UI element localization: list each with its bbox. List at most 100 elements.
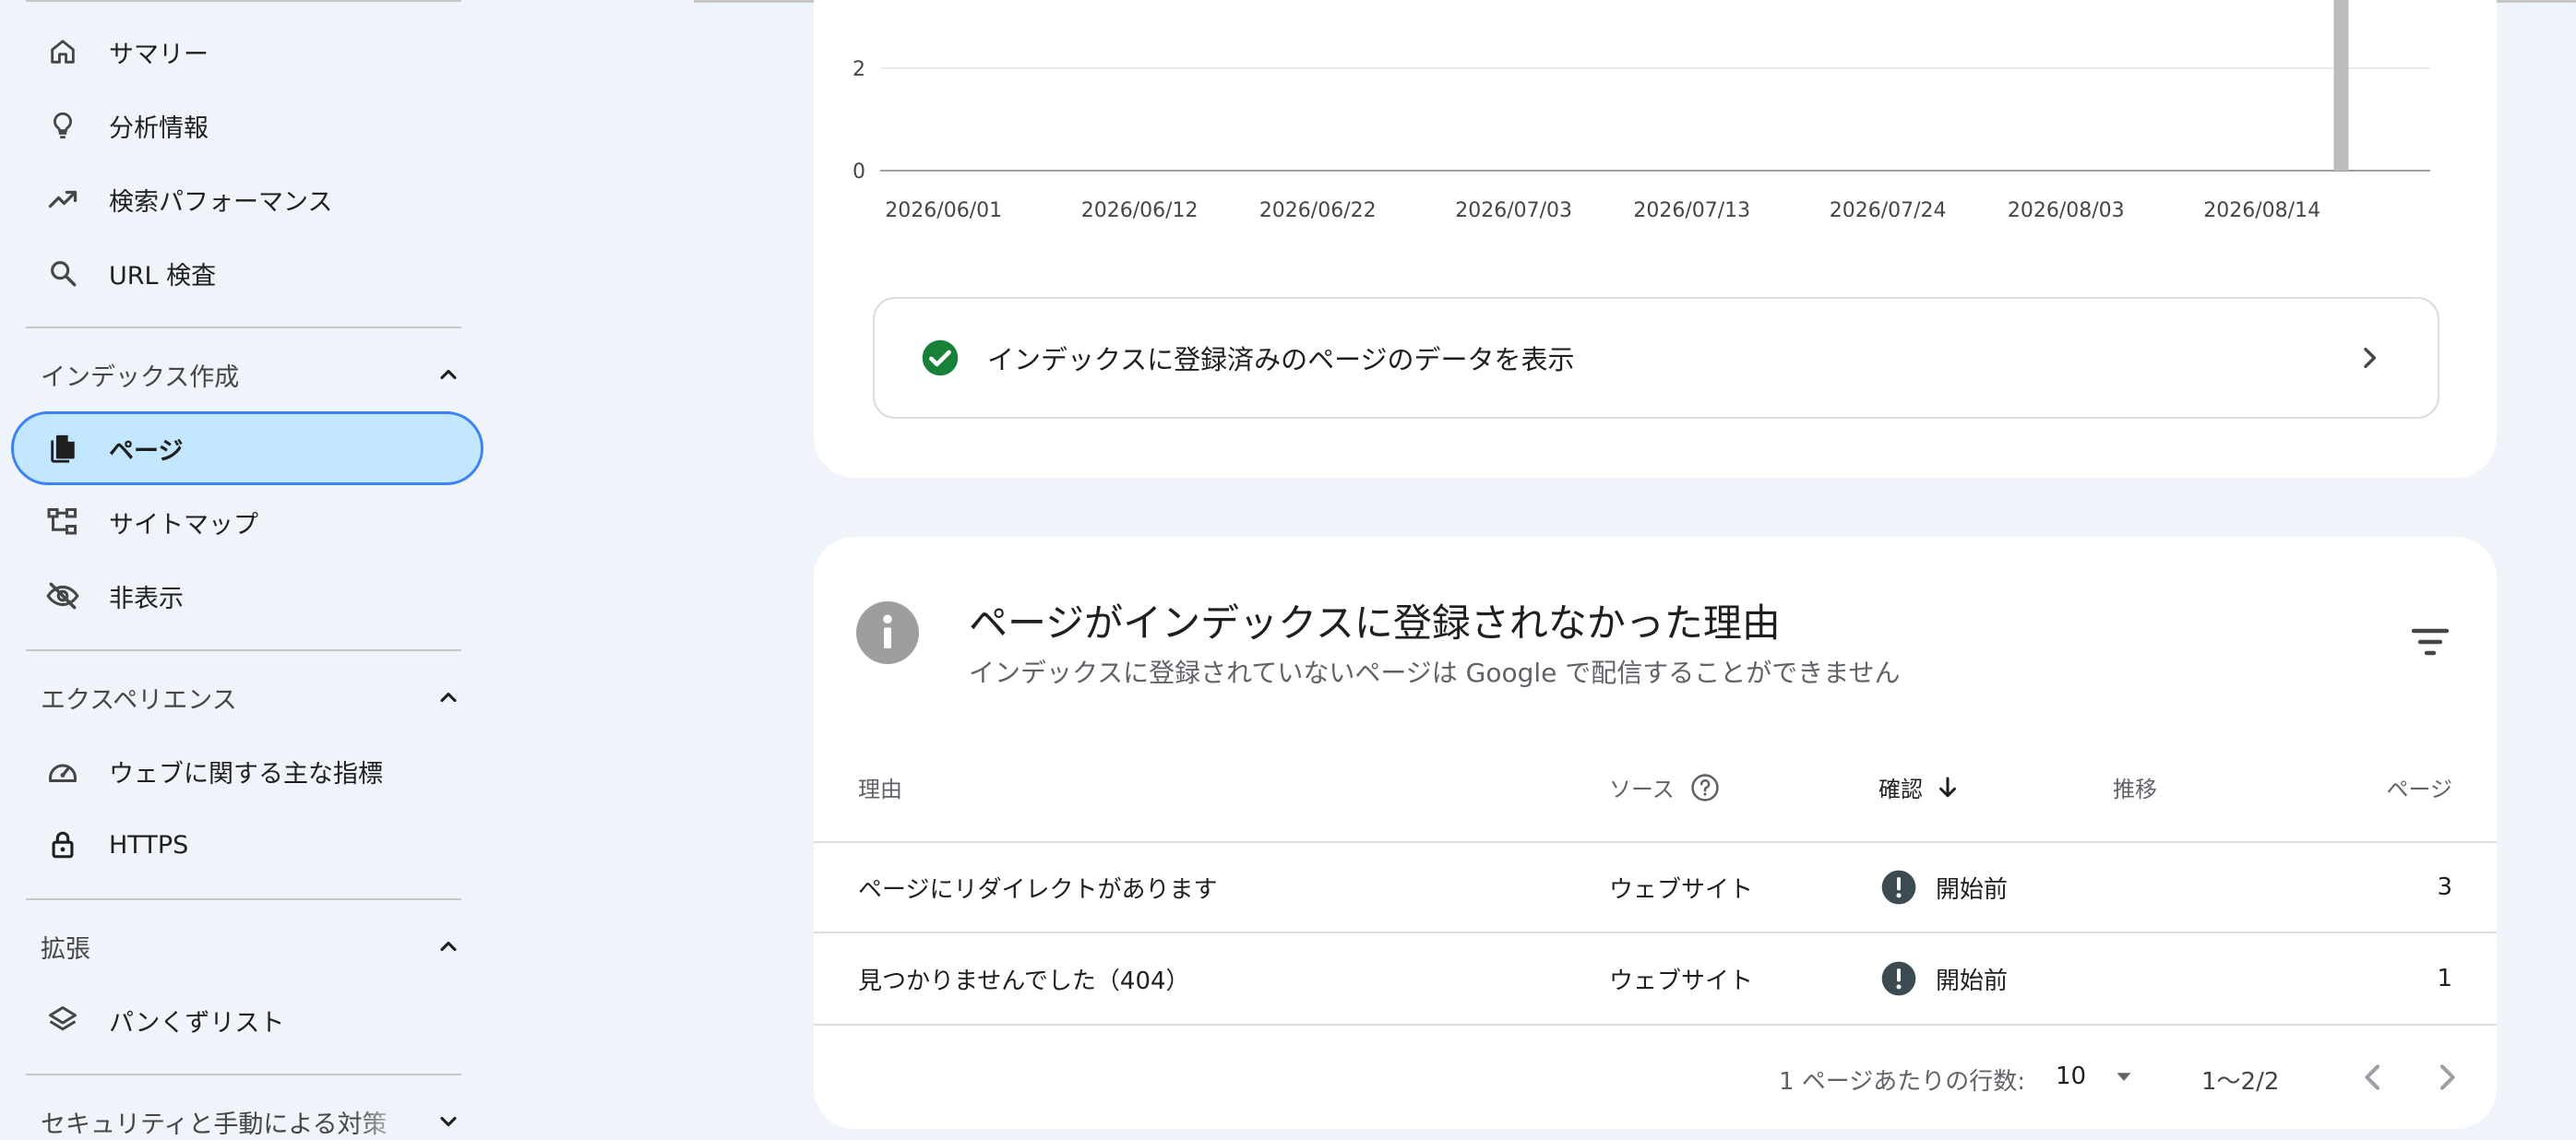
sidebar-item-label: 分析情報 (109, 113, 209, 143)
alert-circle-icon (1881, 870, 1916, 905)
chevron-up-icon (440, 692, 457, 703)
x-tick-label: 2026/06/22 (1259, 199, 1377, 222)
arrow-down-icon (1939, 777, 1956, 797)
sidebar-item-url-inspection[interactable]: URL 検査 (11, 236, 483, 310)
card-title: ページがインデックスに登録されなかった理由 (969, 600, 1781, 646)
eye-off-icon (44, 577, 81, 614)
sidebar-item-label: パンくずリスト (109, 1008, 285, 1038)
not-indexed-reasons-card: ページがインデックスに登録されなかった理由 インデックスに登録されていないページ… (814, 537, 2497, 1129)
column-header-trend[interactable]: 推移 (2113, 771, 2157, 803)
column-header-label: ページ (2386, 777, 2452, 802)
source-cell: ウェブサイト (1609, 875, 1754, 904)
sidebar-item-label: サマリー (109, 40, 209, 69)
chevron-up-icon (440, 941, 457, 952)
section-header-label: インデックス作成 (41, 362, 240, 392)
x-tick-label: 2026/08/03 (2008, 199, 2125, 222)
next-page-button[interactable] (2428, 1059, 2465, 1096)
rows-per-page-select[interactable]: 10 (2056, 1063, 2138, 1090)
sidebar: サマリー 分析情報 検索パフォーマンス URL 検査 インデックス作成 ページ … (0, 0, 498, 1139)
sidebar-item-https[interactable]: HTTPS (11, 808, 483, 882)
section-header-label: エクスペリエンス (41, 685, 237, 715)
sidebar-item-label: HTTPS (109, 830, 189, 860)
x-tick-label: 2026/07/03 (1455, 199, 1572, 222)
sidebar-divider (26, 649, 461, 651)
card-subtitle: インデックスに登録されていないページは Google で配信することができません (969, 658, 1901, 688)
rows-per-page-label: 1 ページあたりの行数: (1779, 1068, 2026, 1096)
section-header-security[interactable]: セキュリティと手動による対策 (41, 1103, 461, 1140)
sidebar-item-insights[interactable]: 分析情報 (11, 89, 483, 162)
chevron-up-icon (440, 369, 457, 380)
y-tick-label: 2 (853, 58, 865, 81)
search-icon (44, 255, 81, 291)
column-header-validation[interactable]: 確認 (1878, 771, 1962, 803)
gauge-icon (44, 753, 81, 790)
pages-cell: 1 (2437, 965, 2452, 992)
x-tick-label: 2026/06/12 (1081, 199, 1199, 222)
home-icon (44, 33, 81, 70)
table-divider (814, 1024, 2497, 1026)
trending-up-icon (44, 181, 81, 218)
sidebar-item-breadcrumbs[interactable]: パンくずリスト (11, 983, 483, 1057)
previous-page-button[interactable] (2355, 1059, 2391, 1096)
sidebar-divider (26, 898, 461, 900)
sidebar-item-core-web-vitals[interactable]: ウェブに関する主な指標 (11, 734, 483, 808)
alert-circle-icon (1881, 961, 1916, 996)
table-divider (814, 932, 2497, 933)
column-header-label: 確認 (1878, 777, 1923, 802)
sidebar-item-search-performance[interactable]: 検索パフォーマンス (11, 162, 483, 236)
chevron-right-icon (2364, 347, 2377, 369)
sitemap-icon (44, 504, 81, 540)
x-tick-label: 2026/06/01 (885, 199, 1002, 222)
chevron-down-icon (440, 1116, 457, 1127)
sidebar-item-label: 検索パフォーマンス (109, 187, 333, 217)
column-header-label: 推移 (2113, 777, 2157, 802)
sidebar-item-label: ウェブに関する主な指標 (109, 759, 383, 789)
view-indexed-pages-label: インデックスに登録済みのページのデータを表示 (987, 344, 1575, 375)
rows-per-page-value: 10 (2056, 1063, 2087, 1090)
validation-cell: 開始前 (1880, 951, 2008, 1006)
sidebar-item-label: ページ (109, 436, 184, 466)
column-header-pages[interactable]: ページ (2386, 771, 2452, 803)
section-header-label: セキュリティと手動による対策 (41, 1110, 388, 1139)
column-header-label: 理由 (858, 777, 902, 802)
check-circle-icon (922, 339, 959, 376)
info-icon (856, 601, 919, 664)
x-tick-label: 2026/07/24 (1830, 199, 1947, 222)
section-header-enhancements[interactable]: 拡張 (41, 919, 461, 974)
sidebar-item-sitemaps[interactable]: サイトマップ (11, 485, 483, 559)
help-icon[interactable] (1689, 772, 1721, 803)
pagination-range: 1〜2/2 (2201, 1068, 2280, 1096)
caret-down-icon (2117, 1073, 2131, 1081)
column-header-reason[interactable]: 理由 (858, 771, 902, 803)
view-indexed-pages-link[interactable]: インデックスに登録済みのページのデータを表示 (873, 297, 2439, 419)
lock-icon (44, 826, 81, 863)
reason-cell: 見つかりませんでした（404） (858, 967, 1190, 995)
validation-status: 開始前 (1936, 875, 2009, 904)
sidebar-item-label: サイトマップ (109, 510, 258, 540)
sidebar-divider (26, 327, 461, 328)
validation-status: 開始前 (1936, 967, 2009, 995)
reason-cell: ページにリダイレクトがあります (858, 875, 1218, 904)
sidebar-top-divider (26, 0, 461, 2)
sidebar-item-pages[interactable]: ページ (11, 411, 483, 485)
layers-icon (44, 1002, 81, 1039)
section-header-indexing[interactable]: インデックス作成 (41, 347, 461, 402)
pages-icon (44, 430, 81, 467)
section-header-label: 拡張 (41, 934, 90, 964)
sidebar-item-label: URL 検査 (109, 261, 217, 291)
pages-cell: 3 (2437, 873, 2452, 901)
x-tick-label: 2026/08/14 (2203, 199, 2320, 222)
source-cell: ウェブサイト (1609, 967, 1754, 995)
column-header-label: ソース (1609, 777, 1675, 802)
sidebar-item-summary[interactable]: サマリー (11, 15, 483, 89)
section-header-experience[interactable]: エクスペリエンス (41, 670, 461, 725)
chart-bar (2333, 0, 2349, 171)
sidebar-item-removals[interactable]: 非表示 (11, 559, 483, 633)
lightbulb-icon (44, 107, 81, 144)
column-header-source[interactable]: ソース (1609, 771, 1721, 803)
filter-icon[interactable] (2408, 620, 2452, 664)
y-tick-label: 0 (853, 160, 865, 184)
pages-chart: 0 2 2026/06/01 2026/06/12 2026/06/22 2026/07/… (853, 0, 2430, 222)
x-tick-label: 2026/07/13 (1633, 199, 1750, 222)
sidebar-item-label: 非表示 (109, 584, 184, 613)
